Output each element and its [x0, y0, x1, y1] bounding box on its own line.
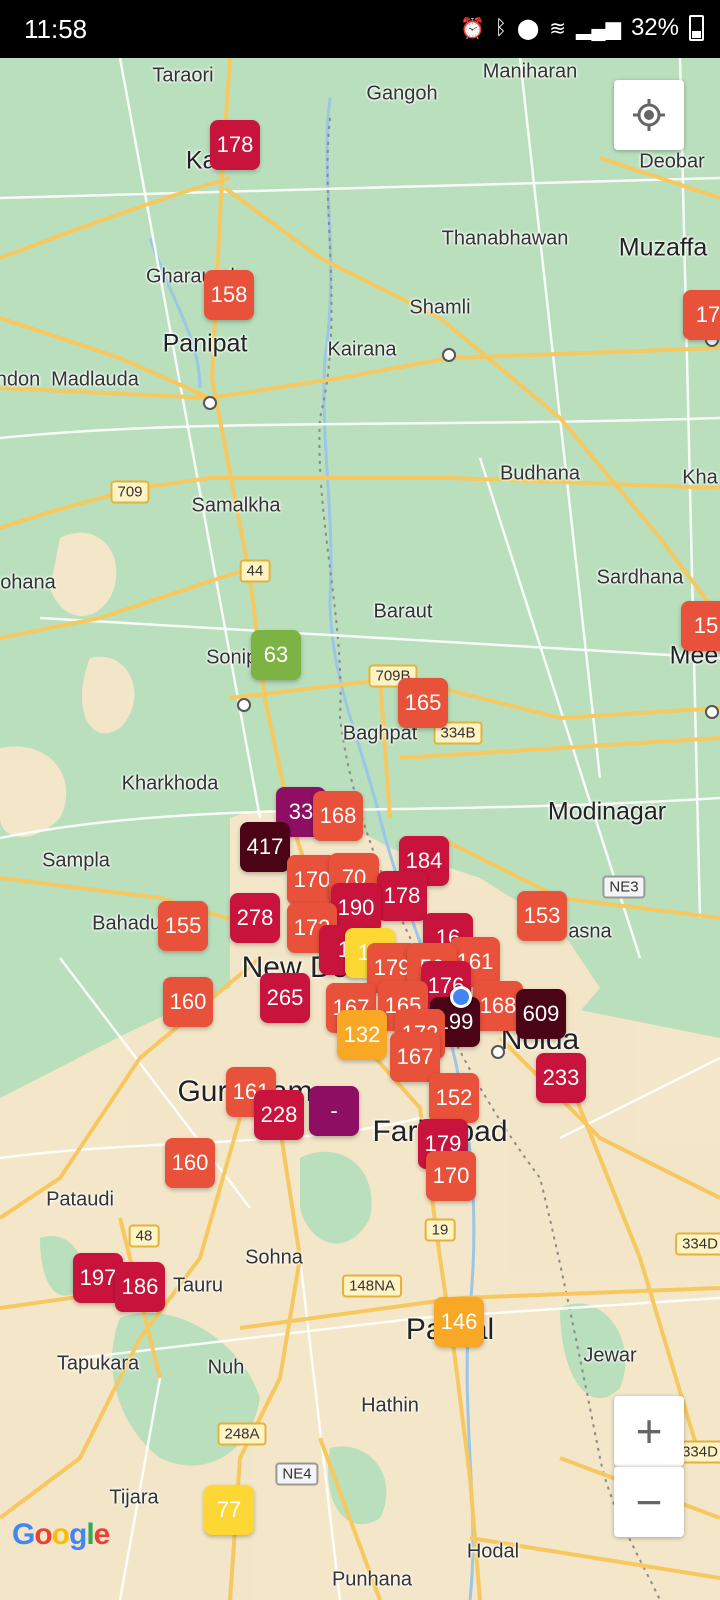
aqi-marker[interactable]: 417 — [240, 822, 290, 872]
aqi-marker[interactable]: 186 — [115, 1262, 165, 1312]
place-label: Sardhana — [596, 566, 684, 589]
aqi-marker[interactable]: 158 — [204, 270, 254, 320]
status-time: 11:58 — [24, 14, 88, 44]
place-label: Kharkhoda — [121, 772, 219, 795]
place-label: Sohna — [245, 1246, 303, 1269]
place-label: Kairana — [327, 338, 397, 361]
place-label: Thanabhawan — [441, 227, 569, 250]
bluetooth-icon: ᛒ — [494, 16, 507, 39]
my-location-dot — [450, 986, 472, 1008]
place-label: ndon — [0, 368, 41, 391]
status-bar: 11:58 ⏰ ᛒ ⬤ ≋ ▂▄▆ 32% — [0, 0, 720, 58]
place-label: Nuh — [207, 1356, 245, 1379]
town-dot — [442, 348, 456, 362]
aqi-marker[interactable]: 160 — [163, 977, 213, 1027]
place-label: Shamli — [409, 296, 471, 319]
town-dot — [237, 698, 251, 712]
aqi-marker[interactable]: 233 — [536, 1053, 586, 1103]
aqi-marker[interactable]: 278 — [230, 893, 280, 943]
place-label: Madlauda — [51, 368, 139, 391]
zoom-in-button[interactable]: + — [614, 1396, 684, 1466]
place-label: asna — [568, 920, 612, 943]
wifi-icon: ≋ — [549, 17, 567, 40]
place-label: Hodal — [466, 1540, 520, 1563]
place-label: Kha — [682, 466, 718, 489]
highway-shield: 334D — [675, 1232, 720, 1256]
battery-icon — [689, 15, 704, 41]
signal-icon: ▂▄▆ — [576, 17, 621, 40]
highway-shield: NE4 — [275, 1462, 319, 1486]
place-label: Tijara — [109, 1486, 159, 1509]
place-label: Gangoh — [366, 82, 438, 105]
place-label: Jewar — [583, 1344, 637, 1367]
status-icons: ⏰ ᛒ ⬤ ≋ ▂▄▆ 32% — [460, 14, 704, 42]
aqi-marker[interactable]: - — [309, 1086, 359, 1136]
place-label: Budhana — [499, 462, 581, 485]
place-label: Maniharan — [482, 60, 578, 83]
highway-shield: 148NA — [342, 1274, 402, 1298]
place-label: Modinagar — [547, 797, 667, 826]
aqi-marker[interactable]: 146 — [434, 1297, 484, 1347]
aqi-marker[interactable]: 178 — [210, 120, 260, 170]
crosshair-icon — [633, 99, 665, 131]
location-icon: ⬤ — [516, 17, 540, 40]
place-label: Baraut — [373, 600, 433, 623]
aqi-marker[interactable]: 228 — [254, 1090, 304, 1140]
aqi-marker[interactable]: 63 — [251, 630, 301, 680]
map-canvas[interactable]: TaraoriManiharanGangohKarnalDeobarThanab… — [0, 58, 720, 1600]
place-label: Tauru — [172, 1274, 224, 1297]
aqi-marker[interactable]: 165 — [398, 678, 448, 728]
place-label: Punhana — [331, 1568, 413, 1591]
town-dot — [491, 1045, 505, 1059]
place-label: Deobar — [639, 150, 705, 173]
alarm-icon: ⏰ — [459, 17, 485, 40]
place-label: ohana — [0, 571, 56, 594]
place-label: Taraori — [152, 64, 214, 87]
place-label: Hathin — [361, 1394, 419, 1417]
aqi-marker[interactable]: 132 — [337, 1010, 387, 1060]
battery-percent: 32% — [630, 14, 679, 41]
town-dot — [203, 396, 217, 410]
highway-shield: 48 — [128, 1224, 160, 1248]
aqi-marker[interactable]: 152 — [429, 1073, 479, 1123]
place-label: Pataudi — [46, 1188, 114, 1211]
place-label: Sampla — [42, 849, 110, 872]
highway-shield: 19 — [424, 1218, 456, 1242]
aqi-marker[interactable]: 170 — [426, 1151, 476, 1201]
highway-shield: NE3 — [602, 875, 646, 899]
highway-shield: 44 — [239, 559, 271, 583]
aqi-marker[interactable]: 178 — [377, 871, 427, 921]
aqi-marker[interactable]: 609 — [516, 989, 566, 1039]
place-label: Panipat — [162, 329, 248, 358]
aqi-marker[interactable]: 155 — [158, 901, 208, 951]
aqi-marker[interactable]: 153 — [517, 891, 567, 941]
google-logo: Google — [12, 1518, 110, 1551]
aqi-marker[interactable]: 15 — [681, 601, 720, 651]
highway-shield: 709 — [110, 480, 150, 504]
aqi-marker[interactable]: 17 — [683, 290, 720, 340]
place-label: Tapukara — [56, 1352, 140, 1375]
aqi-marker[interactable]: 77 — [204, 1485, 254, 1535]
aqi-marker[interactable]: 168 — [313, 791, 363, 841]
zoom-out-button[interactable]: − — [614, 1466, 684, 1537]
aqi-marker[interactable]: 265 — [260, 973, 310, 1023]
place-label: Samalkha — [191, 494, 281, 517]
aqi-marker[interactable]: 160 — [165, 1138, 215, 1188]
town-dot — [705, 705, 719, 719]
my-location-button[interactable] — [614, 80, 684, 150]
place-label: Muzaffa — [618, 233, 708, 262]
highway-shield: 248A — [217, 1422, 267, 1446]
